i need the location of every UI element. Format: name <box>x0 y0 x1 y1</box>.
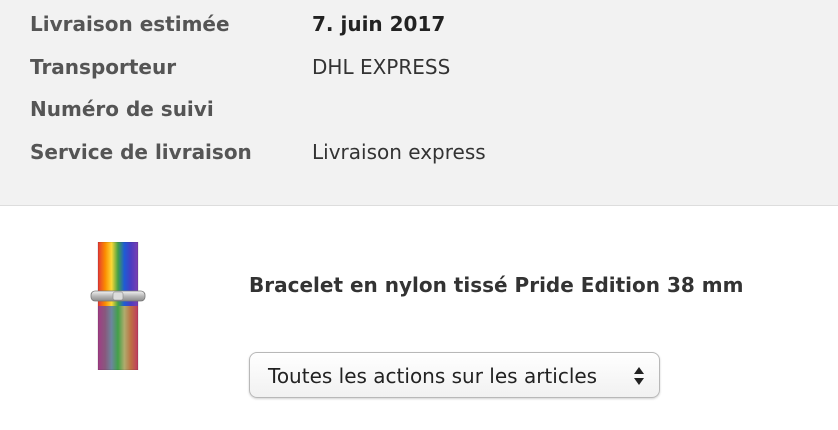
carrier-label: Transporteur <box>30 55 177 79</box>
carrier-row: Transporteur DHL EXPRESS <box>30 55 830 85</box>
tracking-number-label: Numéro de suivi <box>30 97 214 121</box>
item-actions-select[interactable]: Toutes les actions sur les articles <box>249 352 660 398</box>
product-name[interactable]: Bracelet en nylon tissé Pride Edition 38… <box>249 273 743 297</box>
product-section: Bracelet en nylon tissé Pride Edition 38… <box>0 206 838 430</box>
delivery-service-row: Service de livraison Livraison express <box>30 140 830 170</box>
carrier-value: DHL EXPRESS <box>312 55 451 79</box>
tracking-number-row: Numéro de suivi <box>30 97 830 127</box>
watch-band-image[interactable] <box>85 242 151 370</box>
estimated-delivery-value: 7. juin 2017 <box>312 12 446 36</box>
item-actions-selected-label: Toutes les actions sur les articles <box>268 364 598 388</box>
shipping-info-panel: Livraison estimée 7. juin 2017 Transport… <box>0 0 838 206</box>
estimated-delivery-label: Livraison estimée <box>30 12 230 36</box>
delivery-service-value: Livraison express <box>312 140 486 164</box>
estimated-delivery-row: Livraison estimée 7. juin 2017 <box>30 12 830 42</box>
up-down-chevron-icon <box>634 367 644 385</box>
delivery-service-label: Service de livraison <box>30 140 252 164</box>
